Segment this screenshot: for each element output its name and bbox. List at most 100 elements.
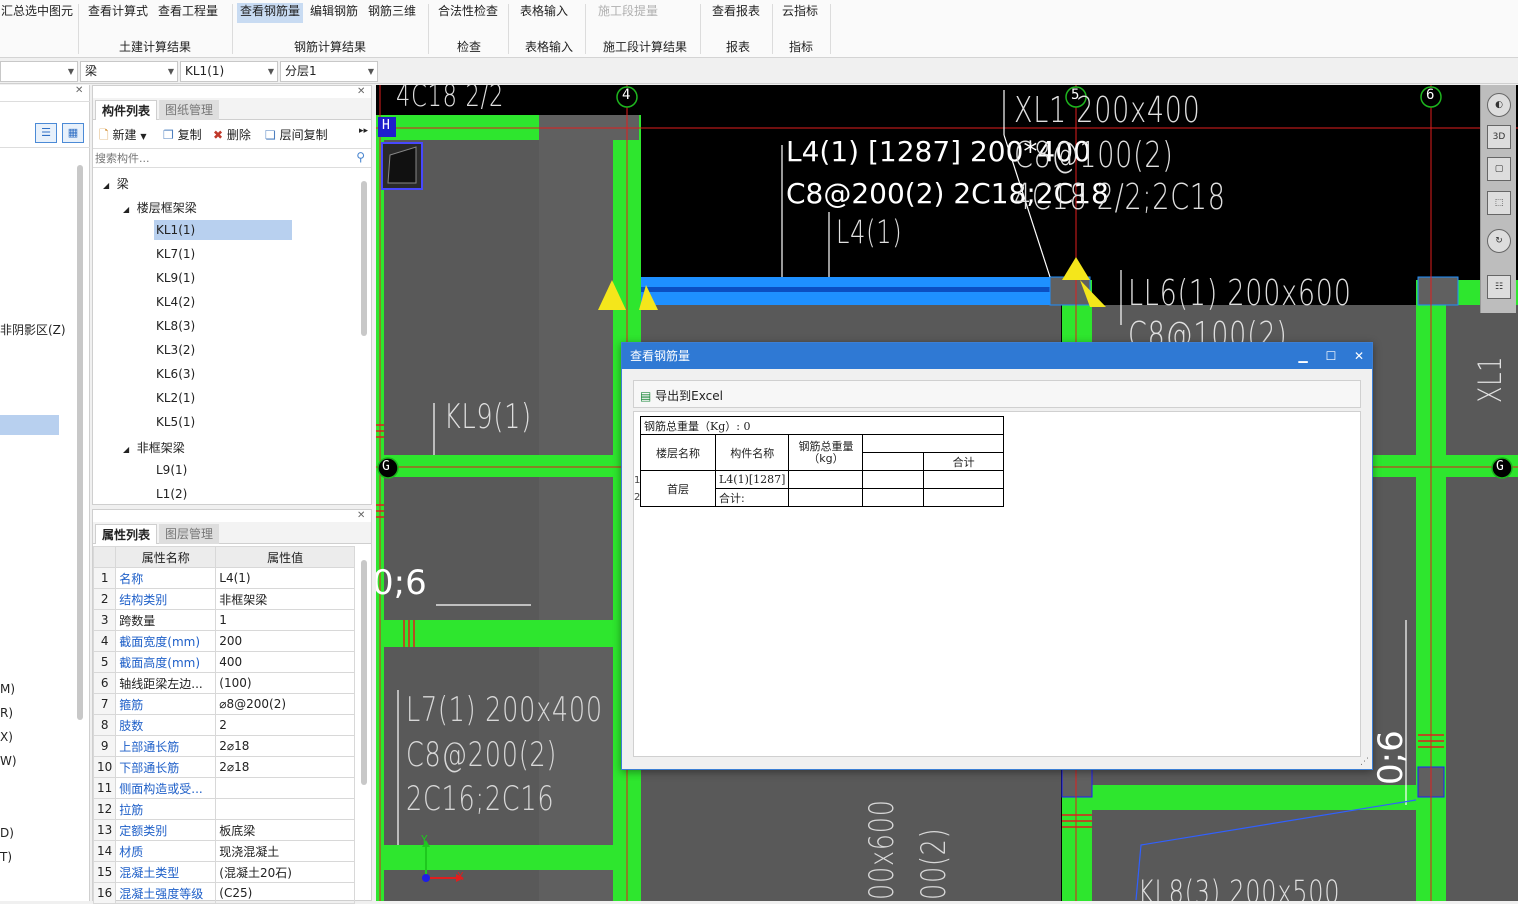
property-row[interactable]: 7 箍筋 ⌀8@200(2) [92, 693, 355, 715]
tree-item[interactable]: KL4(2) [156, 295, 195, 309]
property-value[interactable]: (混凝土20石) [215, 861, 355, 883]
tree-item[interactable]: KL3(2) [156, 343, 195, 357]
property-value[interactable]: 1 [215, 609, 355, 631]
nav-item[interactable]: W) [0, 754, 17, 768]
minimize-icon[interactable]: ▁ [1290, 343, 1316, 369]
copy-button[interactable]: ❐ 复制 [163, 126, 202, 143]
view-formula-button[interactable]: 查看计算式 [85, 3, 151, 23]
tree-item[interactable]: L1(2) [156, 487, 187, 501]
close-icon[interactable]: ✕ [1346, 343, 1372, 369]
tree-node-nonframe-beam[interactable]: ◢ 非框架梁 [123, 439, 185, 456]
cloud-index-button[interactable]: 云指标 [779, 3, 821, 23]
tree-node-frame-beam[interactable]: ◢ 楼层框架梁 [123, 199, 197, 216]
component-combo[interactable]: KL1(1) ▼ [180, 61, 278, 82]
export-excel-button[interactable]: ▤ 导出到Excel [640, 387, 723, 404]
property-value[interactable]: 非框架梁 [215, 588, 355, 610]
nav-item[interactable]: R) [0, 706, 13, 720]
orbit-icon[interactable]: ◐ [1487, 93, 1511, 117]
property-row[interactable]: 8 肢数 2 [92, 714, 355, 736]
tree-item[interactable]: KL6(3) [156, 367, 195, 381]
rebar-3d-button[interactable]: 钢筋三维 [365, 3, 419, 23]
validity-check-button[interactable]: 合法性检查 [435, 3, 501, 23]
scrollbar[interactable] [361, 181, 367, 336]
summarize-selected-button[interactable]: 汇总选中图元 [0, 3, 76, 23]
nav-item-selected[interactable] [0, 415, 59, 435]
property-value[interactable]: (C25) [215, 882, 355, 904]
nav-item[interactable]: T) [0, 850, 12, 864]
property-value[interactable]: 200 [215, 630, 355, 652]
property-row[interactable]: 9 上部通长筋 2⌀18 [92, 735, 355, 757]
side-view-icon[interactable]: ⬚ [1487, 191, 1511, 215]
table-row[interactable]: 首层 L4(1)[1287] [640, 470, 1005, 507]
property-value[interactable] [215, 798, 355, 820]
settings-panel-icon[interactable]: ☷ [1487, 275, 1511, 299]
tab-drawing-management[interactable]: 图纸管理 [159, 100, 220, 120]
property-row[interactable]: 15 混凝土类型 (混凝土20石) [92, 861, 355, 883]
tree-item[interactable]: KL9(1) [156, 271, 195, 285]
floor-copy-button[interactable]: ❏ 层间复制 [265, 126, 328, 143]
scrollbar[interactable] [361, 560, 367, 785]
property-value[interactable]: 现浇混凝土 [215, 840, 355, 862]
tree-node-beam[interactable]: ◢ 梁 [103, 175, 129, 192]
nav-item-shadow-zone[interactable]: 非阴影区(Z) [0, 321, 66, 338]
edit-rebar-button[interactable]: 编辑钢筋 [307, 3, 361, 23]
new-button[interactable]: 🗋 新建 ▼ [99, 126, 146, 147]
nav-item[interactable]: M) [0, 682, 15, 696]
property-value[interactable]: ⌀8@200(2) [215, 693, 355, 715]
tab-property-list[interactable]: 属性列表 [95, 524, 158, 544]
dialog-title-bar[interactable]: 查看钢筋量 [622, 343, 1372, 369]
view-rebar-button[interactable]: 查看钢筋量 [237, 3, 304, 23]
tree-item[interactable]: KL5(1) [156, 415, 195, 429]
property-value[interactable]: 2 [215, 714, 355, 736]
scrollbar[interactable] [77, 165, 83, 720]
floor-combo[interactable]: ▼ [0, 61, 78, 82]
view-quantity-button[interactable]: 查看工程量 [155, 3, 221, 23]
property-row[interactable]: 11 侧面构造或受... [92, 777, 355, 799]
type-combo[interactable]: 梁 ▼ [80, 61, 178, 82]
property-row[interactable]: 3 跨数量 1 [92, 609, 355, 631]
tree-item[interactable]: KL8(3) [156, 319, 195, 333]
tree-item[interactable]: KL2(1) [156, 391, 195, 405]
close-icon[interactable]: ✕ [357, 86, 365, 97]
section-quantity-button[interactable]: 施工段提量 [595, 3, 661, 23]
property-value[interactable]: 板底梁 [215, 819, 355, 841]
rotate-icon[interactable]: ↻ [1487, 229, 1511, 253]
search-icon[interactable]: ⚲ [356, 150, 365, 164]
close-icon[interactable]: ✕ [357, 510, 365, 521]
property-row[interactable]: 2 结构类别 非框架梁 [92, 588, 355, 610]
delete-button[interactable]: ✖ 删除 [213, 126, 251, 143]
maximize-icon[interactable]: ☐ [1318, 343, 1344, 369]
tree-item-kl1[interactable]: KL1(1) [154, 220, 292, 240]
grid-view-icon[interactable]: ▦ [62, 123, 84, 143]
3d-view-icon[interactable]: 3D [1487, 125, 1511, 149]
tree-item[interactable]: KL7(1) [156, 247, 195, 261]
property-row[interactable]: 5 截面高度(mm) 400 [92, 651, 355, 673]
property-value[interactable]: 400 [215, 651, 355, 673]
top-view-icon[interactable]: ▢ [1487, 157, 1511, 181]
property-row[interactable]: 14 材质 现浇混凝土 [92, 840, 355, 862]
layer-combo[interactable]: 分层1 ▼ [280, 61, 378, 82]
property-value[interactable]: 2⌀18 [215, 756, 355, 778]
property-value[interactable]: (100) [215, 672, 355, 694]
list-view-icon[interactable]: ☰ [35, 123, 57, 143]
tree-item[interactable]: L9(1) [156, 463, 187, 477]
property-value[interactable]: L4(1) [215, 567, 355, 589]
resize-grip-icon[interactable]: ⋰ [1360, 757, 1369, 767]
nav-item[interactable]: X) [0, 730, 13, 744]
table-input-button[interactable]: 表格输入 [517, 3, 571, 23]
property-row[interactable]: 13 定额类别 板底梁 [92, 819, 355, 841]
search-box[interactable]: ⚲ [93, 148, 371, 168]
property-value[interactable] [215, 777, 355, 799]
property-row[interactable]: 16 混凝土强度等级 (C25) [92, 882, 355, 904]
search-input[interactable] [93, 149, 343, 167]
nav-item[interactable]: D) [0, 826, 14, 840]
close-icon[interactable]: ✕ [75, 85, 83, 96]
view-report-button[interactable]: 查看报表 [709, 3, 763, 23]
property-row[interactable]: 1 名称 L4(1) [92, 567, 355, 589]
property-row[interactable]: 4 截面宽度(mm) 200 [92, 630, 355, 652]
tab-layer-management[interactable]: 图层管理 [159, 524, 220, 544]
property-row[interactable]: 6 轴线距梁左边... (100) [92, 672, 355, 694]
property-value[interactable]: 2⌀18 [215, 735, 355, 757]
property-row[interactable]: 12 拉筋 [92, 798, 355, 820]
property-row[interactable]: 10 下部通长筋 2⌀18 [92, 756, 355, 778]
